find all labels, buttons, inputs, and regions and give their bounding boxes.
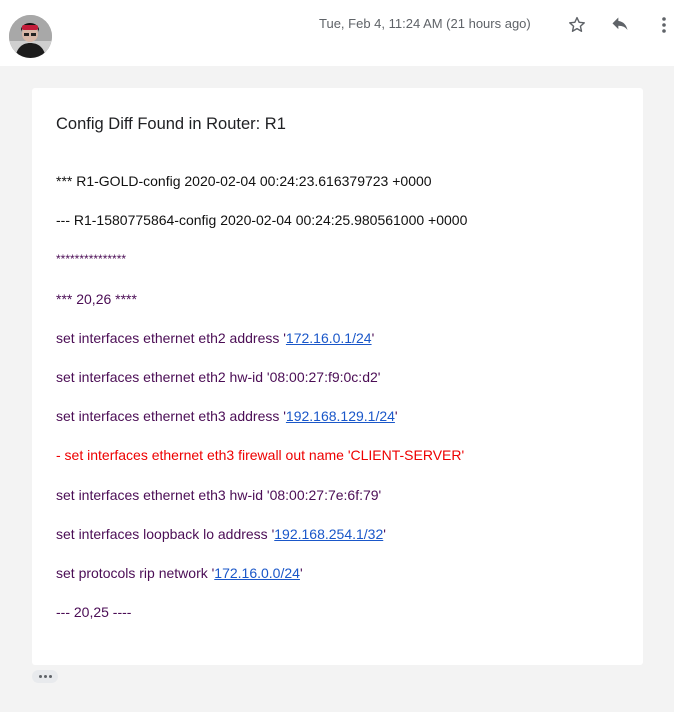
show-trimmed-content-button[interactable] <box>32 670 58 683</box>
more-options-icon[interactable] <box>651 12 674 38</box>
star-icon[interactable] <box>564 12 590 38</box>
ip-link-rip[interactable]: 172.16.0.0/24 <box>214 565 300 581</box>
ip-link-eth3[interactable]: 192.168.129.1/24 <box>286 408 395 424</box>
diff-line-separator: *************** <box>56 252 127 266</box>
sender-avatar[interactable] <box>9 15 52 58</box>
email-subject: Config Diff Found in Router: R1 <box>56 115 286 133</box>
diff-line-removed-firewall: - set interfaces ethernet eth3 firewall … <box>56 447 465 463</box>
diff-line-eth3-hwid: set interfaces ethernet eth3 hw-id '08:0… <box>56 487 382 503</box>
diff-line-new-header: --- R1-1580775864-config 2020-02-04 00:2… <box>56 212 468 228</box>
message-timestamp: Tue, Feb 4, 11:24 AM (21 hours ago) <box>319 16 531 31</box>
diff-line-hunk-new: --- 20,25 ---- <box>56 604 132 620</box>
diff-line-rip-network: set protocols rip network '172.16.0.0/24… <box>56 565 303 581</box>
diff-line-eth2-hwid: set interfaces ethernet eth2 hw-id '08:0… <box>56 369 381 385</box>
diff-line-gold-header: *** R1-GOLD-config 2020-02-04 00:24:23.6… <box>56 173 432 189</box>
diff-line-eth3-address: set interfaces ethernet eth3 address '19… <box>56 408 398 424</box>
ip-link-eth2[interactable]: 172.16.0.1/24 <box>286 330 372 346</box>
diff-line-hunk-old: *** 20,26 **** <box>56 291 137 307</box>
message-header: Tue, Feb 4, 11:24 AM (21 hours ago) <box>0 0 674 66</box>
reply-icon[interactable] <box>607 12 633 38</box>
avatar-image <box>9 15 52 58</box>
diff-line-eth2-address: set interfaces ethernet eth2 address '17… <box>56 330 375 346</box>
diff-line-loopback-address: set interfaces loopback lo address '192.… <box>56 526 386 542</box>
ip-link-loopback[interactable]: 192.168.254.1/32 <box>274 526 383 542</box>
